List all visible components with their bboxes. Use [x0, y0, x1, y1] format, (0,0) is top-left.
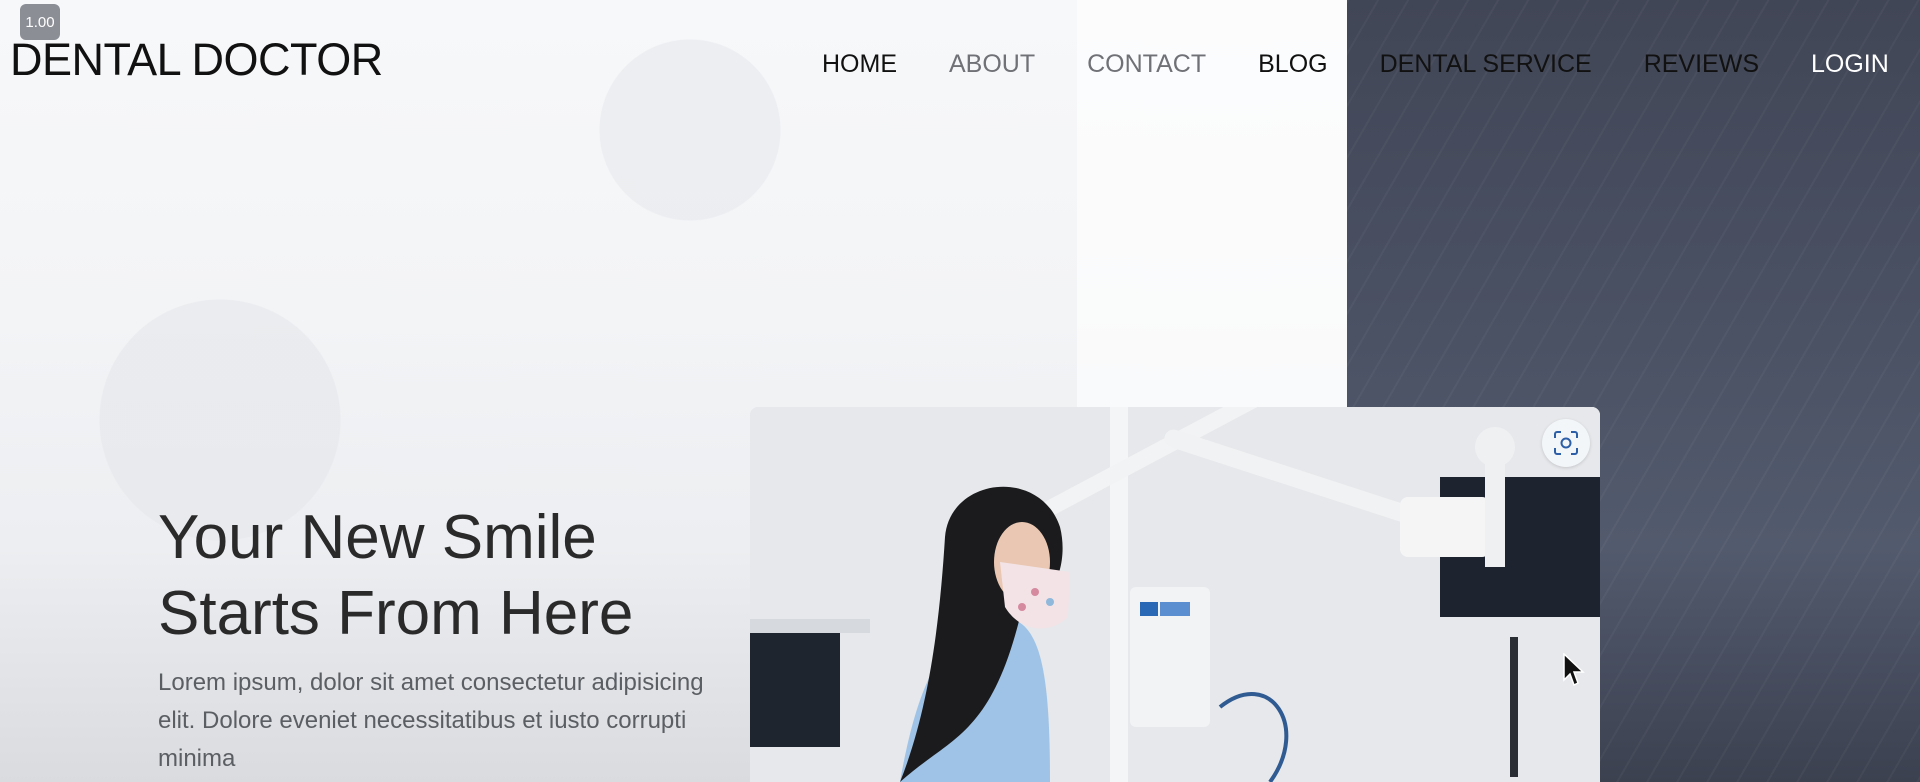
mouse-pointer-icon [1563, 653, 1585, 687]
hero-title: Your New Smile Starts From Here [158, 500, 633, 652]
nav-about[interactable]: ABOUT [923, 50, 1061, 79]
hero-title-line-2: Starts From Here [158, 579, 634, 648]
nav-blog[interactable]: BLOG [1232, 50, 1353, 79]
visual-search-button[interactable] [1542, 419, 1590, 467]
hero-image-card [750, 407, 1600, 782]
hero-title-line-1: Your New Smile [158, 503, 597, 572]
hero-subtitle: Lorem ipsum, dolor sit amet consectetur … [158, 669, 704, 772]
scan-icon [1554, 431, 1578, 455]
site-logo[interactable]: DENTAL DOCTOR [10, 34, 383, 86]
nav-contact[interactable]: CONTACT [1061, 50, 1232, 79]
dentist-photo-illustration [750, 407, 1600, 782]
nav-home[interactable]: HOME [796, 50, 923, 79]
nav-reviews[interactable]: REVIEWS [1618, 50, 1785, 79]
nav-dental-service[interactable]: DENTAL SERVICE [1354, 50, 1618, 79]
main-navigation: HOME ABOUT CONTACT BLOG DENTAL SERVICE R… [796, 50, 1915, 79]
nav-login[interactable]: LOGIN [1785, 50, 1915, 79]
